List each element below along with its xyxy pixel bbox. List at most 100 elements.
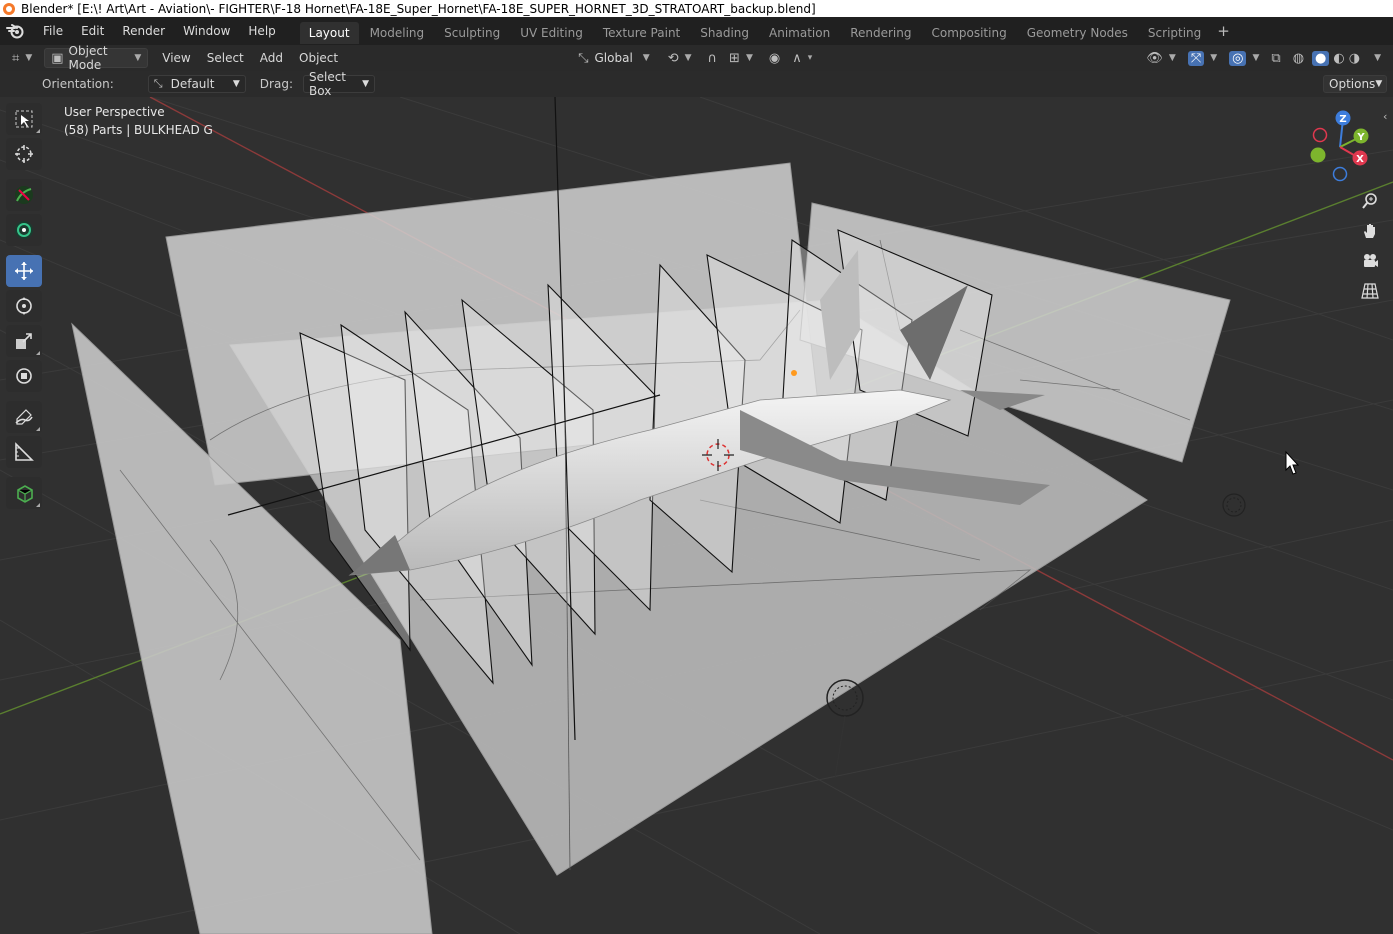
xray-toggle[interactable]: ⧉ [1265,48,1286,68]
add-cube-icon [17,485,33,503]
transform-orientation-dropdown[interactable]: ⤡ Global ▼ [572,48,656,68]
camera-icon [1364,254,1378,267]
rotate-icon [16,297,32,315]
tool-cursor[interactable] [6,138,42,170]
wireframe-sphere-icon: ◍ [1292,50,1305,66]
header-menu-view[interactable]: View [156,48,196,68]
proportional-falloff-button[interactable]: ∧ ▾ [786,48,818,68]
tab-animation[interactable]: Animation [760,22,839,44]
orientation-axes-icon: ⤡ [578,50,589,66]
add-workspace-button[interactable]: + [1211,22,1236,40]
mode-selector[interactable]: ▣ Object Mode ▼ [44,44,149,72]
window-title: Blender* [E:\! Art\Art - Aviation\- FIGH… [21,1,816,16]
tool-annotate[interactable] [6,401,42,433]
ortho-toggle-button[interactable] [1357,278,1383,304]
tab-scripting[interactable]: Scripting [1139,22,1210,44]
shading-wireframe-button[interactable]: ◍ [1287,48,1310,68]
tool-measure[interactable] [6,436,42,468]
gizmo-neg-y[interactable] [1310,147,1326,163]
header-menu-add[interactable]: Add [254,48,289,68]
tab-sculpting[interactable]: Sculpting [435,22,509,44]
header-menu-select[interactable]: Select [201,48,250,68]
tool-select-box[interactable] [6,103,42,135]
window-titlebar: Blender* [E:\! Art\Art - Aviation\- FIGH… [0,0,1393,17]
gizmo-y-label: Y [1356,132,1365,143]
proportional-edit-toggle[interactable]: ◉ [763,48,786,68]
gizmo-neg-x[interactable] [1312,127,1328,143]
tool-add-cube[interactable] [6,477,42,509]
tab-modeling[interactable]: Modeling [361,22,434,44]
tool-scale[interactable] [6,325,42,357]
chevron-down-icon: ▼ [134,53,142,63]
chevron-down-icon: ▼ [232,79,240,89]
options-label: Options [1329,77,1376,91]
menu-window[interactable]: Window [174,17,239,45]
menu-render[interactable]: Render [113,17,174,45]
editor-type-icon: ⌗ [12,50,20,66]
editor-type-button[interactable]: ⌗ ▼ [6,48,38,68]
zoom-magnifier-icon [1362,193,1377,209]
orientation-icon: ⤡ [153,77,163,90]
tool-shelf [6,103,44,512]
falloff-curve-icon: ∧ [792,50,802,66]
header-menu-object[interactable]: Object [293,48,344,68]
tab-texture-paint[interactable]: Texture Paint [594,22,689,44]
tool-settings-bar: Orientation: ⤡ Default ▼ Drag: Select Bo… [0,70,1393,98]
mode-label: Object Mode [68,44,108,72]
tab-rendering[interactable]: Rendering [841,22,920,44]
tab-shading[interactable]: Shading [691,22,758,44]
snap-increment-icon: ⊞ [729,50,740,66]
pan-view-button[interactable] [1357,218,1383,244]
pivot-point-button[interactable]: ⟲ ▼ [662,48,698,68]
chevron-down-icon: ▼ [1168,53,1176,63]
annotate-pencil-icon [15,409,33,425]
menu-help[interactable]: Help [239,17,284,45]
chevron-down-icon: ▼ [1375,79,1383,89]
sidebar-toggle-chevron-icon[interactable]: ‹ [1383,110,1387,123]
snap-toggle[interactable]: ∩ [702,48,724,68]
tool-transform[interactable] [6,360,42,392]
tool-move-view[interactable] [6,214,42,246]
orientation-value: Default [170,77,215,91]
chevron-down-icon: ▼ [1210,53,1218,63]
shading-solid-button[interactable]: ● [1310,48,1331,68]
tab-compositing[interactable]: Compositing [922,22,1015,44]
tool-rotate[interactable] [6,290,42,322]
blender-menu-icon[interactable] [4,20,26,42]
snap-magnet-icon: ∩ [707,50,718,66]
tab-geometry-nodes[interactable]: Geometry Nodes [1018,22,1137,44]
gizmo-toggle[interactable]: ⤧ ▼ [1182,48,1223,68]
proportional-edit-icon: ◉ [768,50,781,66]
pivot-icon: ⟲ [667,50,679,66]
gizmo-x-label: X [1356,154,1364,165]
menu-file[interactable]: File [34,17,72,45]
orientation-dropdown[interactable]: ⤡ Default ▼ [147,75,246,93]
drag-dropdown[interactable]: Select Box ▼ [302,70,375,98]
eye-icon: 👁 [1146,50,1163,66]
drag-value: Select Box [308,70,347,98]
navigation-gizmo[interactable]: Z Y X [1300,107,1380,187]
rendered-sphere-icon: ◑ [1348,50,1361,66]
solid-sphere-icon: ● [1312,50,1330,66]
shading-rendered-button[interactable]: ◑ [1347,48,1362,68]
snap-target-button[interactable]: ⊞ ▼ [723,48,759,68]
options-dropdown[interactable]: Options ▼ [1323,75,1387,93]
gizmo-neg-z[interactable] [1332,166,1348,182]
tab-layout[interactable]: Layout [299,21,359,44]
object-mode-icon: ▣ [51,50,64,66]
chevron-down-icon: ▼ [1252,53,1260,63]
visibility-button[interactable]: 👁 ▼ [1140,48,1181,68]
menu-edit[interactable]: Edit [72,17,113,45]
tool-annotate-green[interactable] [6,179,42,211]
transform-orientation-label: Global [594,51,633,65]
orientation-label: Orientation: [42,77,114,91]
shading-options-button[interactable]: ▼ [1362,48,1387,68]
tool-move[interactable] [6,255,42,287]
camera-view-button[interactable] [1357,248,1383,274]
shading-material-button[interactable]: ◐ [1331,48,1346,68]
overlays-toggle[interactable]: ◎ ▼ [1223,48,1265,68]
curve-pen-icon [15,186,33,204]
zoom-view-button[interactable] [1357,188,1383,214]
tab-uv-editing[interactable]: UV Editing [511,22,592,44]
3d-viewport[interactable]: User Perspective (58) Parts | BULKHEAD G [0,97,1393,934]
